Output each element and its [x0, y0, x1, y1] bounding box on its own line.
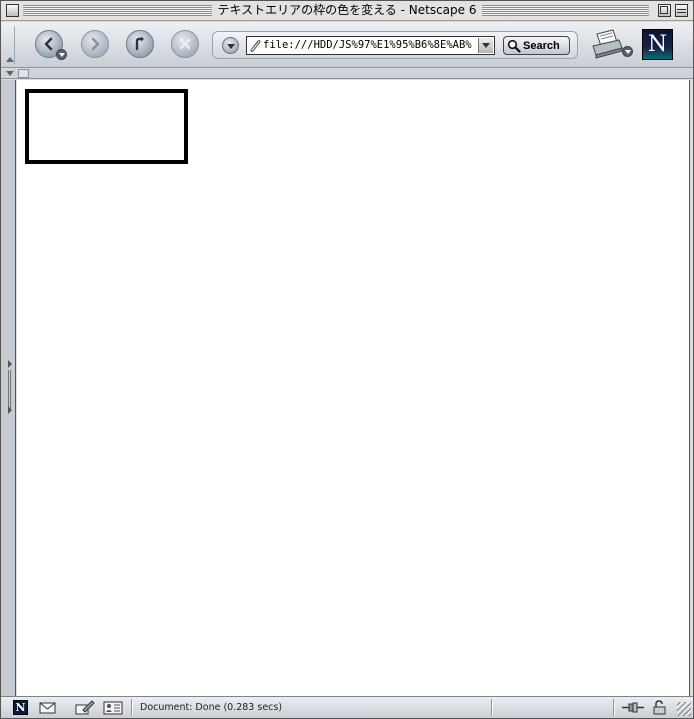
url-field[interactable]: file:///HDD/JS%97%E1%95%B6%8E%AB%	[246, 36, 495, 55]
window-title: テキストエリアの枠の色を変える - Netscape 6	[211, 3, 483, 17]
status-text: Document: Done (0.283 secs)	[140, 702, 283, 713]
personal-toolbar-tab[interactable]	[18, 69, 29, 78]
status-bar: N Document: Done (0.283 secs)	[1, 696, 693, 718]
sidebar-splitter[interactable]	[1, 80, 16, 696]
forward-arrow-icon	[91, 37, 100, 51]
zoom-box-icon[interactable]	[658, 4, 671, 17]
print-dropdown-icon[interactable]	[622, 46, 633, 57]
address-book-icon[interactable]	[103, 700, 123, 715]
window-title-wrap: テキストエリアの枠の色を変える - Netscape 6	[1, 2, 693, 19]
collapse-box-icon[interactable]	[675, 4, 688, 17]
browser-window: テキストエリアの枠の色を変える - Netscape 6 file:///HDD…	[0, 0, 694, 719]
page-proxy-icon[interactable]	[249, 39, 261, 52]
sidebar-expand-arrow-icon-2	[8, 406, 12, 414]
search-button[interactable]: Search	[503, 36, 570, 55]
back-dropdown-icon[interactable]	[56, 49, 67, 60]
status-separator-3	[613, 699, 614, 716]
content-right-border	[689, 80, 693, 696]
stop-button[interactable]	[171, 30, 199, 58]
compose-icon[interactable]	[75, 700, 95, 715]
page-content	[17, 80, 689, 696]
security-lock-icon[interactable]	[653, 700, 667, 715]
url-dropdown-icon[interactable]	[478, 38, 493, 53]
search-label: Search	[523, 39, 560, 52]
title-bar[interactable]: テキストエリアの枠の色を変える - Netscape 6	[1, 1, 693, 21]
colored-border-textarea[interactable]	[25, 89, 188, 164]
history-dropdown-icon[interactable]	[222, 37, 239, 54]
sidebar-grip[interactable]	[8, 370, 11, 410]
reload-button[interactable]	[126, 30, 154, 58]
sidebar-expand-arrow-icon	[8, 360, 12, 368]
magnifier-icon	[507, 39, 521, 53]
print-button[interactable]	[591, 28, 633, 62]
url-text: file:///HDD/JS%97%E1%95%B6%8E%AB%	[263, 39, 472, 51]
online-status-icon[interactable]	[621, 700, 645, 715]
resize-grip-icon[interactable]	[677, 702, 691, 716]
navigation-toolbar: file:///HDD/JS%97%E1%95%B6%8E%AB% Search…	[1, 22, 693, 68]
grippy-arrow-icon	[6, 57, 14, 62]
reload-icon	[135, 36, 144, 51]
netscape-logo[interactable]: N	[642, 29, 673, 60]
status-separator-2	[491, 699, 492, 716]
toolbar-grippy[interactable]	[5, 26, 15, 64]
mail-icon[interactable]	[39, 700, 56, 715]
navigator-component-icon[interactable]: N	[13, 700, 28, 715]
personal-toolbar-grippy-icon[interactable]	[5, 69, 15, 78]
back-button[interactable]	[35, 30, 67, 60]
status-separator	[131, 699, 132, 716]
personal-toolbar-strip	[1, 69, 693, 79]
forward-button[interactable]	[81, 30, 109, 58]
back-arrow-icon	[44, 37, 53, 51]
url-bar-container: file:///HDD/JS%97%E1%95%B6%8E%AB% Search	[212, 31, 578, 59]
stop-icon	[179, 38, 191, 50]
